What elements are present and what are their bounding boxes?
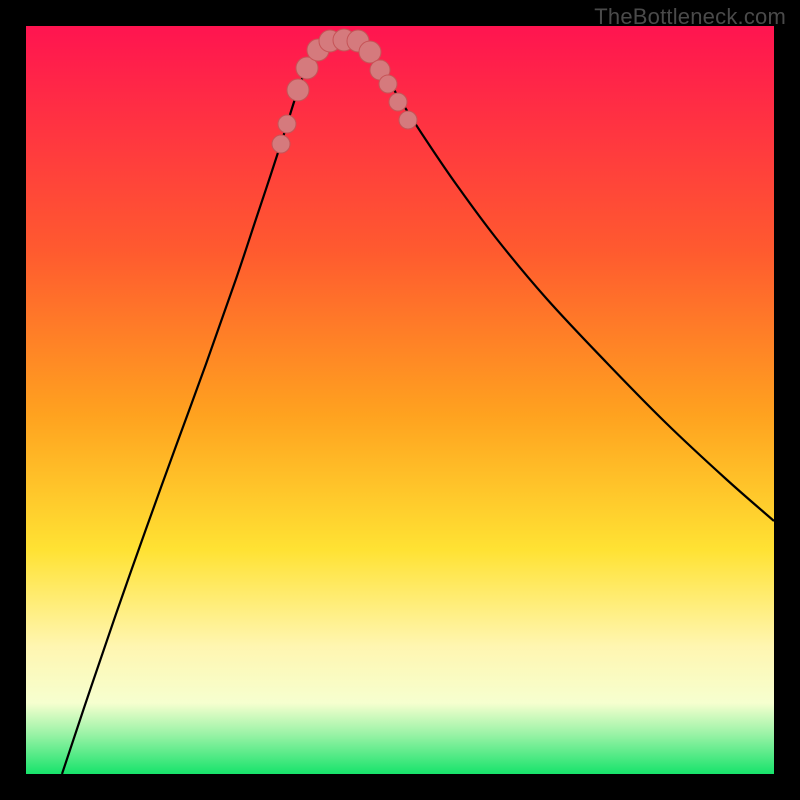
- data-marker: [272, 135, 290, 153]
- data-marker: [379, 75, 397, 93]
- watermark-text: TheBottleneck.com: [594, 4, 786, 30]
- data-marker: [278, 115, 296, 133]
- data-marker: [287, 79, 309, 101]
- data-marker: [399, 111, 417, 129]
- plot-area: [26, 26, 774, 774]
- chart-frame: TheBottleneck.com: [0, 0, 800, 800]
- data-marker: [389, 93, 407, 111]
- right-curve: [358, 42, 774, 521]
- data-marker: [359, 41, 381, 63]
- curve-layer: [26, 26, 774, 774]
